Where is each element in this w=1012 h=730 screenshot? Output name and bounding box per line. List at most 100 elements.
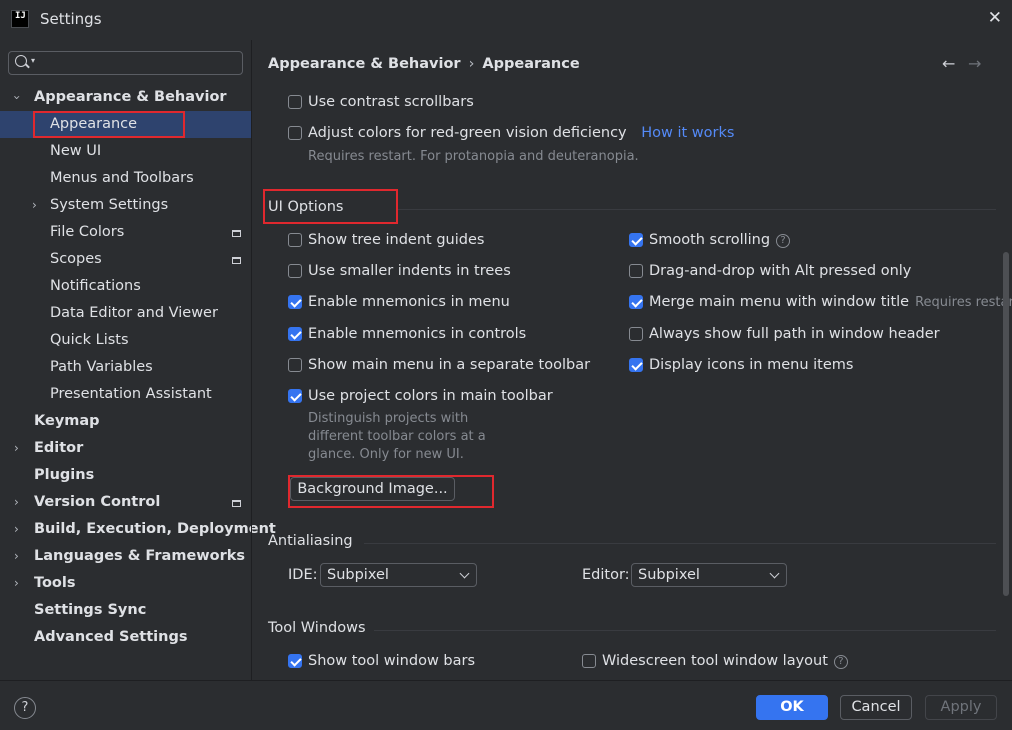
content-scrollbar[interactable] (1003, 252, 1009, 596)
checkbox-box[interactable] (629, 264, 643, 278)
ide-antialiasing-dropdown[interactable]: Subpixel (320, 563, 477, 587)
tree-item-system-settings[interactable]: › System Settings (0, 192, 251, 219)
chevron-right-icon[interactable]: › (14, 435, 19, 462)
checkbox-box[interactable] (582, 654, 596, 668)
close-icon[interactable]: ✕ (988, 8, 1002, 28)
tree-item-new-ui[interactable]: New UI (0, 138, 251, 165)
tree-item-label: Version Control (34, 494, 161, 510)
tree-item-path-variables[interactable]: Path Variables (0, 354, 251, 381)
how-it-works-link[interactable]: How it works (641, 125, 734, 141)
tree-item-file-colors[interactable]: File Colors (0, 219, 251, 246)
tree-item-label: Appearance & Behavior (34, 89, 227, 105)
search-options-icon[interactable]: ▾ (31, 56, 35, 65)
editor-antialiasing-label: Editor: (582, 567, 630, 583)
help-icon[interactable]: ? (776, 234, 791, 248)
checkbox-label: Drag-and-drop with Alt pressed only (649, 263, 912, 279)
tree-item-appearance-behavior[interactable]: › Appearance & Behavior (0, 84, 251, 111)
chevron-right-icon[interactable]: › (14, 516, 19, 543)
project-colors-note-line: glance. Only for new UI. (308, 447, 464, 462)
breadcrumb-current: Appearance (482, 56, 580, 72)
checkbox-box[interactable] (629, 295, 643, 309)
checkbox-box[interactable] (629, 233, 643, 247)
breadcrumb: Appearance & Behavior › Appearance (268, 56, 580, 72)
section-divider (374, 630, 996, 631)
help-icon[interactable]: ? (833, 655, 848, 669)
search-input[interactable]: ▾ (8, 51, 243, 75)
section-title-tool-windows: Tool Windows (268, 620, 366, 636)
highlight-box-background-image (288, 475, 494, 508)
checkbox-box[interactable] (288, 358, 302, 372)
forward-arrow-icon[interactable]: → (968, 54, 981, 73)
tree-item-plugins[interactable]: Plugins (0, 462, 251, 489)
tree-item-build-execution[interactable]: › Build, Execution, Deployment (0, 516, 276, 543)
tree-item-advanced-settings[interactable]: Advanced Settings (0, 624, 251, 651)
checkbox-box[interactable] (288, 95, 302, 109)
tree-item-presentation-assistant[interactable]: Presentation Assistant (0, 381, 251, 408)
tree-item-version-control[interactable]: › Version Control (0, 489, 251, 516)
project-level-icon (232, 257, 241, 264)
project-colors-note-line: Distinguish projects with (308, 411, 469, 426)
dropdown-value: Subpixel (327, 567, 389, 583)
ide-antialiasing-label: IDE: (288, 567, 318, 583)
tree-item-keymap[interactable]: Keymap (0, 408, 251, 435)
tree-item-label: Path Variables (50, 359, 153, 375)
tree-item-label: Keymap (34, 413, 100, 429)
chevron-right-icon[interactable]: › (14, 543, 19, 570)
checkbox-box[interactable] (288, 264, 302, 278)
tree-item-data-editor[interactable]: Data Editor and Viewer (0, 300, 251, 327)
checkbox-box[interactable] (288, 654, 302, 668)
tree-item-notifications[interactable]: Notifications (0, 273, 251, 300)
back-arrow-icon[interactable]: ← (942, 54, 955, 73)
tree-item-label: Settings Sync (34, 602, 147, 618)
tree-item-editor[interactable]: › Editor (0, 435, 251, 462)
checkbox-label: Display icons in menu items (649, 357, 854, 373)
chevron-right-icon[interactable]: › (32, 192, 37, 219)
tree-item-label: Data Editor and Viewer (50, 305, 218, 321)
checkbox-label: Merge main menu with window title Require… (649, 293, 1012, 312)
cancel-button[interactable]: Cancel (840, 695, 912, 720)
checkbox-box[interactable] (629, 327, 643, 341)
widescreen-label: Widescreen tool window layout (602, 653, 828, 669)
apply-button[interactable]: Apply (925, 695, 997, 720)
chevron-right-icon[interactable]: › (14, 489, 19, 516)
tree-item-scopes[interactable]: Scopes (0, 246, 251, 273)
checkbox-label: Smooth scrolling? (649, 231, 791, 249)
project-level-icon (232, 230, 241, 237)
tree-item-quick-lists[interactable]: Quick Lists (0, 327, 251, 354)
tree-item-label: Tools (34, 575, 76, 591)
checkbox-label: Show tool window bars (308, 653, 476, 669)
checkbox-label: Use contrast scrollbars (308, 94, 474, 110)
checkbox-box[interactable] (288, 389, 302, 403)
checkbox-label: Widescreen tool window layout? (602, 652, 848, 670)
project-level-icon (232, 500, 241, 507)
red-green-note: Requires restart. For protanopia and deu… (308, 149, 639, 164)
intellij-logo-icon: IJ (11, 10, 29, 28)
tree-item-languages-frameworks[interactable]: › Languages & Frameworks (0, 543, 251, 570)
tree-item-settings-sync[interactable]: Settings Sync (0, 597, 251, 624)
checkbox-box[interactable] (629, 358, 643, 372)
red-green-label: Adjust colors for red-green vision defic… (308, 125, 627, 141)
chevron-down-icon[interactable]: › (3, 95, 30, 100)
merge-main-menu-label: Merge main menu with window title (649, 294, 910, 310)
checkbox-label: Use smaller indents in trees (308, 263, 511, 279)
section-title-antialiasing: Antialiasing (268, 533, 353, 549)
editor-antialiasing-dropdown[interactable]: Subpixel (631, 563, 787, 587)
tree-item-tools[interactable]: › Tools (0, 570, 251, 597)
tree-item-menus-toolbars[interactable]: Menus and Toolbars (0, 165, 251, 192)
checkbox-box[interactable] (288, 295, 302, 309)
chevron-right-icon[interactable]: › (14, 570, 19, 597)
ok-button[interactable]: OK (756, 695, 828, 720)
title-bar: IJ Settings ✕ (0, 0, 1012, 40)
checkbox-label: Use project colors in main toolbar (308, 388, 553, 404)
requires-restart-note: Requires restart (915, 295, 1012, 310)
checkbox-box[interactable] (288, 126, 302, 140)
breadcrumb-parent[interactable]: Appearance & Behavior (268, 56, 461, 72)
checkbox-box[interactable] (288, 327, 302, 341)
search-icon (15, 55, 27, 67)
checkbox-label: Show main menu in a separate toolbar (308, 357, 591, 373)
tree-item-label: Notifications (50, 278, 141, 294)
tree-item-label: Build, Execution, Deployment (34, 521, 276, 537)
help-icon[interactable]: ? (14, 697, 36, 719)
highlight-box-ui-options (263, 189, 398, 224)
checkbox-box[interactable] (288, 233, 302, 247)
